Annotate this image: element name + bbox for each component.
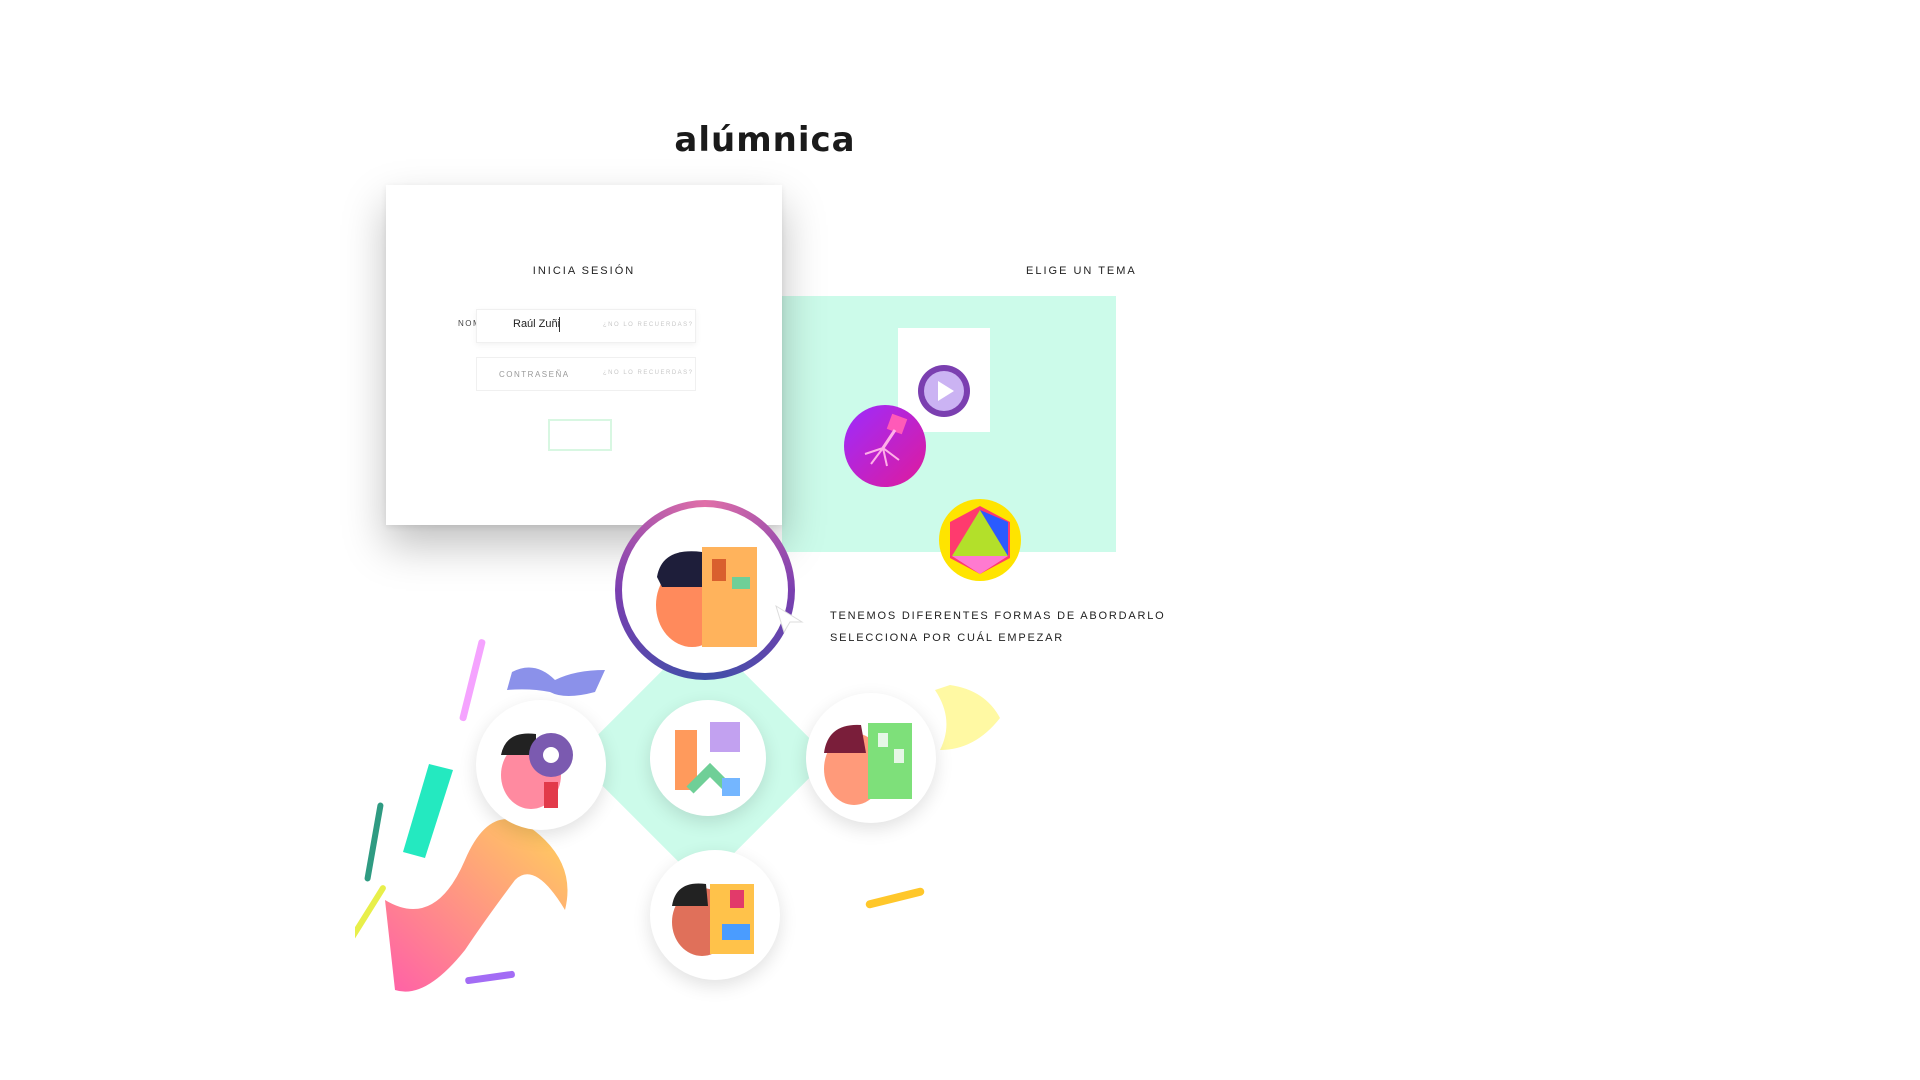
login-submit-button[interactable] xyxy=(548,419,612,451)
face-house-illustration-icon xyxy=(656,547,757,647)
name-field[interactable]: Raúl Zuñi ¿NO LO RECUERDAS? xyxy=(476,309,696,343)
login-card: INICIA SESIÓN NOMBRE Raúl Zuñi ¿NO LO RE… xyxy=(386,185,782,525)
name-value: Raúl Zuñi xyxy=(513,318,561,330)
password-label: CONTRASEÑA xyxy=(499,370,570,379)
password-field[interactable]: CONTRASEÑA ¿NO LO RECUERDAS? xyxy=(476,357,696,391)
face-gears-illustration-icon xyxy=(501,733,573,809)
stairs-illustration-icon xyxy=(675,722,740,796)
path-option-lab[interactable] xyxy=(650,850,780,980)
face-lab-illustration-icon xyxy=(672,883,754,956)
brand-name: alúmnica xyxy=(674,120,856,160)
paths-subheading: SELECCIONA POR CUÁL EMPEZAR xyxy=(830,632,1065,644)
path-option-mind[interactable] xyxy=(476,700,606,830)
selected-path-avatar[interactable] xyxy=(622,507,788,673)
brand-logo: alúmnica xyxy=(0,120,1530,160)
geometric-hexagon-icon[interactable] xyxy=(938,498,1022,582)
login-title: INICIA SESIÓN xyxy=(532,265,636,277)
path-option-city[interactable] xyxy=(806,693,936,823)
name-forgot-link[interactable]: ¿NO LO RECUERDAS? xyxy=(603,322,694,328)
password-forgot-link[interactable]: ¿NO LO RECUERDAS? xyxy=(603,370,694,376)
path-option-stairs[interactable] xyxy=(650,700,766,816)
paths-heading: TENEMOS DIFERENTES FORMAS DE ABORDARLO xyxy=(830,610,1166,622)
theme-section-label: ELIGE UN TEMA xyxy=(1026,265,1137,277)
text-cursor xyxy=(559,317,560,332)
cursor-pointer-icon xyxy=(775,604,804,634)
virus-molecule-icon[interactable] xyxy=(843,404,927,488)
face-city-illustration-icon xyxy=(824,723,912,805)
